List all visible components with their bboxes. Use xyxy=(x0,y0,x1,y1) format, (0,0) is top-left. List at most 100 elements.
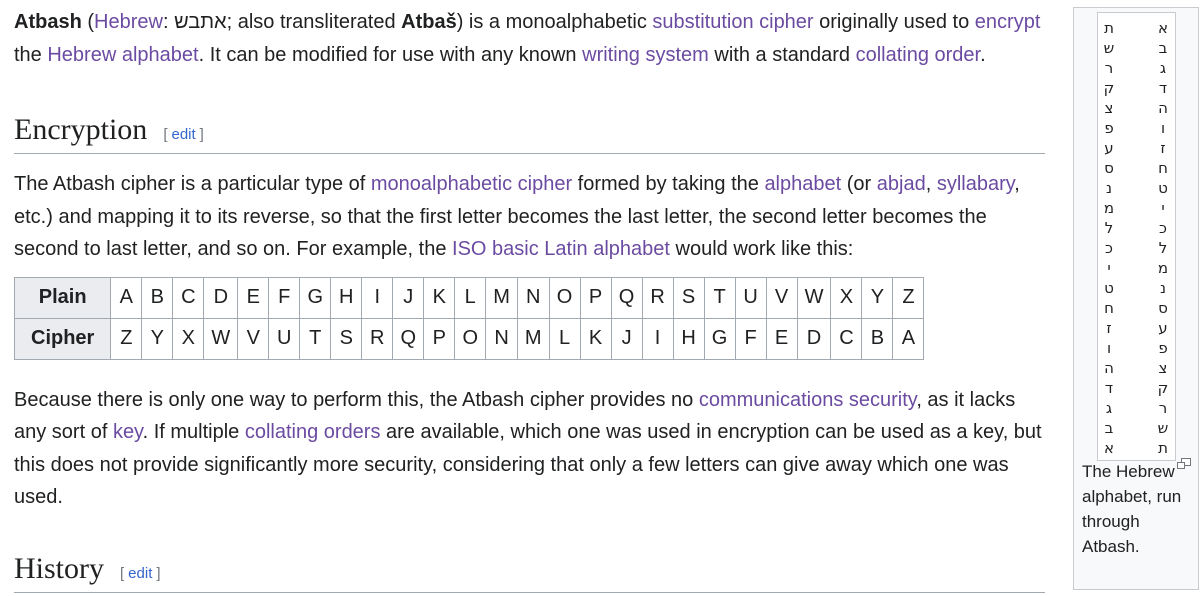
encryption-paragraph: The Atbash cipher is a particular type o… xyxy=(14,168,1045,266)
hebrew-letter: ת xyxy=(1104,19,1114,37)
plain-letter-cell: H xyxy=(330,276,363,319)
cipher-letter-cell: W xyxy=(203,317,239,360)
plain-letter-cell: T xyxy=(703,276,736,319)
hebrew-letter: ק xyxy=(1157,379,1169,397)
edit-section: [edit] xyxy=(163,126,204,143)
intro-text: with a standard xyxy=(708,43,856,66)
section-title: Encryption xyxy=(14,113,148,146)
cipher-letter-cell: X xyxy=(172,317,205,360)
hebrew-letter: ח xyxy=(1104,299,1114,317)
link-communications-security[interactable]: communications security xyxy=(699,389,916,411)
hebrew-letter: ד xyxy=(1104,379,1114,397)
thumbnail-caption: The Hebrew alphabet, run through Atbash. xyxy=(1082,462,1182,556)
hebrew-letter: צ xyxy=(1104,99,1114,117)
link-key[interactable]: key xyxy=(113,421,143,443)
plain-letter-cell: R xyxy=(641,276,674,319)
hebrew-letter: ר xyxy=(1158,399,1168,417)
hebrew-letter: צ xyxy=(1158,359,1168,377)
cipher-letter-cell: S xyxy=(330,317,363,360)
para-text: would work like this: xyxy=(669,238,854,260)
cipher-letter-cell: D xyxy=(796,317,832,360)
link-hebrew[interactable]: Hebrew xyxy=(94,11,163,33)
cipher-letter-cell: C xyxy=(830,317,863,360)
hebrew-letter: א xyxy=(1103,439,1115,457)
section-title: History xyxy=(14,551,104,585)
cipher-letter-cell: O xyxy=(454,317,487,360)
plain-letter-cell: Y xyxy=(861,276,894,319)
link-substitution-cipher[interactable]: substitution cipher xyxy=(652,11,813,33)
plain-letter-cell: S xyxy=(672,276,705,319)
hebrew-atbash-image[interactable]: תשרקצפעסנמלכיטחזוהדגבא אבגדהוזחטיכלמנסעפ… xyxy=(1097,12,1176,461)
article-content: Atbash (Hebrew: אתבש; also transliterate… xyxy=(13,6,1045,593)
link-iso-basic-latin[interactable]: ISO basic Latin alphabet xyxy=(452,238,670,260)
hebrew-letter: א xyxy=(1157,19,1169,37)
cipher-letter-cell: H xyxy=(672,317,705,360)
hebrew-letter: ש xyxy=(1103,39,1115,57)
plain-letter-cell: W xyxy=(796,276,832,319)
plain-letter-cell: V xyxy=(765,276,798,319)
plain-letter-cell: A xyxy=(110,276,143,319)
cipher-letter-cell: N xyxy=(485,317,518,360)
hebrew-letter: פ xyxy=(1104,119,1114,137)
plain-letter-cell: D xyxy=(203,276,239,319)
hebrew-letter: ג xyxy=(1105,399,1113,417)
hebrew-letter: ק xyxy=(1103,79,1115,97)
cipher-row: Cipher ZYXWVUTSRQPONMLKJIHGFEDCBA xyxy=(13,317,925,360)
cipher-letter-cell: L xyxy=(548,317,581,360)
para-text: (or xyxy=(841,173,877,195)
bracket: [ xyxy=(120,564,125,582)
plain-letter-cell: U xyxy=(734,276,767,319)
plain-letter-cell: C xyxy=(172,276,205,319)
link-hebrew-alphabet[interactable]: Hebrew alphabet xyxy=(47,44,198,66)
link-writing-system[interactable]: writing system xyxy=(582,44,709,66)
plain-letter-cell: B xyxy=(141,276,174,319)
cipher-letter-cell: A xyxy=(892,317,925,360)
link-alphabet[interactable]: alphabet xyxy=(764,173,841,195)
bracket: [ xyxy=(163,126,168,143)
para-text: . If multiple xyxy=(142,421,245,443)
link-collating-orders[interactable]: collating orders xyxy=(245,421,381,443)
plain-letter-cell: E xyxy=(237,276,270,319)
hebrew-letter: כ xyxy=(1105,239,1113,257)
intro-text: ) is a monoalphabetic xyxy=(456,11,653,33)
intro-text: ( xyxy=(81,11,95,33)
intro-paragraph: Atbash (Hebrew: אתבש; also transliterate… xyxy=(14,6,1045,71)
para-text: , xyxy=(925,173,937,195)
cipher-letter-cell: E xyxy=(765,317,798,360)
link-syllabary[interactable]: syllabary xyxy=(937,173,1014,195)
hebrew-letter: נ xyxy=(1105,179,1112,197)
plain-letter-cell: L xyxy=(454,276,487,319)
hebrew-letter: נ xyxy=(1159,279,1166,297)
cipher-letter-cell: Z xyxy=(110,317,143,360)
edit-link-encryption[interactable]: edit xyxy=(171,126,195,143)
plain-letter-cell: N xyxy=(516,276,550,319)
section-heading-history: History [edit] xyxy=(14,552,1045,593)
cipher-letter-cell: U xyxy=(268,317,301,360)
edit-link-history[interactable]: edit xyxy=(128,565,152,582)
hebrew-column-forward: אבגדהוזחטיכלמנסעפצקרשת xyxy=(1153,18,1173,458)
transliteration: Atbaš xyxy=(401,11,457,33)
hebrew-letter: ר xyxy=(1104,59,1114,77)
cipher-letter-cell: P xyxy=(423,317,456,360)
link-collating-order[interactable]: collating order xyxy=(856,44,981,66)
hebrew-letter: ל xyxy=(1104,219,1114,237)
link-monoalphabetic-cipher[interactable]: monoalphabetic cipher xyxy=(371,173,572,195)
hebrew-letter: פ xyxy=(1158,339,1168,357)
hebrew-letter: ג xyxy=(1159,59,1167,77)
hebrew-letter: ב xyxy=(1158,39,1168,57)
hebrew-letter: ה xyxy=(1158,99,1168,117)
edit-section: [edit] xyxy=(120,565,161,582)
cipher-letter-cell: V xyxy=(237,317,270,360)
hebrew-letter: ו xyxy=(1106,339,1112,357)
hebrew-letter: ט xyxy=(1158,179,1168,197)
cipher-letter-cell: R xyxy=(361,317,394,360)
intro-text: originally used to xyxy=(813,11,975,33)
hebrew-letter: ס xyxy=(1158,299,1168,317)
cipher-table: Plain ABCDEFGHIJKLMNOPQRSTUVWXYZ Cipher … xyxy=(13,276,925,360)
link-encrypt[interactable]: encrypt xyxy=(975,11,1041,33)
plain-row: Plain ABCDEFGHIJKLMNOPQRSTUVWXYZ xyxy=(13,276,925,319)
security-paragraph: Because there is only one way to perform… xyxy=(14,384,1045,514)
plain-letter-cell: Z xyxy=(892,276,925,319)
link-abjad[interactable]: abjad xyxy=(877,173,926,195)
cipher-letter-cell: Q xyxy=(392,317,425,360)
